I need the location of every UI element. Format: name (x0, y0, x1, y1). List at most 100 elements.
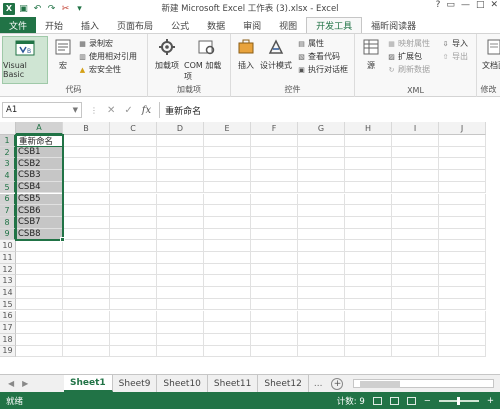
zoom-slider[interactable] (438, 396, 479, 405)
cell-h2[interactable] (345, 146, 392, 159)
cell-f12[interactable] (251, 263, 298, 276)
sheet-next-icon[interactable]: ▶ (22, 379, 28, 388)
close-icon[interactable]: ✕ (490, 0, 498, 10)
cell-h17[interactable] (345, 322, 392, 334)
tab-insert[interactable]: 插入 (72, 17, 108, 33)
cell-c18[interactable] (110, 333, 157, 346)
cell-c11[interactable] (110, 252, 157, 264)
sheet-tab[interactable]: Sheet1 (64, 375, 113, 392)
cell-b4[interactable] (63, 170, 110, 182)
row-header[interactable]: 12 (0, 263, 16, 276)
cell-g6[interactable] (298, 193, 345, 206)
cell-d7[interactable] (157, 205, 204, 217)
cell-j18[interactable] (439, 333, 486, 346)
cell-i16[interactable] (392, 310, 439, 323)
record-macro-button[interactable]: ▦ 录制宏 (78, 38, 113, 49)
row-header[interactable]: 13 (0, 275, 16, 288)
cell-c16[interactable] (110, 310, 157, 323)
cell-d14[interactable] (157, 287, 204, 299)
cell-g3[interactable] (298, 158, 345, 171)
cell-i4[interactable] (392, 170, 439, 182)
page-layout-view-icon[interactable] (389, 396, 399, 405)
cell-g15[interactable] (298, 298, 345, 311)
cell-i10[interactable] (392, 240, 439, 252)
row-header[interactable]: 18 (0, 333, 16, 346)
cell-h18[interactable] (345, 333, 392, 346)
cell-a14[interactable] (16, 287, 63, 299)
formula-input[interactable]: 重新命名 (159, 102, 500, 118)
cell-f19[interactable] (251, 345, 298, 358)
cell-i11[interactable] (392, 252, 439, 264)
cell-a7[interactable]: CSB6 (16, 205, 63, 217)
cell-a16[interactable] (16, 310, 63, 323)
help-icon[interactable]: ? (436, 0, 441, 10)
row-header[interactable]: 6 (0, 193, 16, 206)
cell-a1[interactable]: 重新命名 (16, 135, 63, 147)
fill-handle[interactable] (60, 237, 65, 243)
cell-b14[interactable] (63, 287, 110, 299)
cell-d11[interactable] (157, 252, 204, 264)
cell-j15[interactable] (439, 298, 486, 311)
cell-g10[interactable] (298, 240, 345, 252)
cell-f2[interactable] (251, 146, 298, 159)
zoom-knob[interactable] (456, 396, 460, 405)
cell-h19[interactable] (345, 345, 392, 358)
cell-j7[interactable] (439, 205, 486, 217)
cell-c3[interactable] (110, 158, 157, 171)
cell-e3[interactable] (204, 158, 251, 171)
ribbon-display-icon[interactable]: ▭ (446, 0, 455, 10)
cell-g14[interactable] (298, 287, 345, 299)
cell-d1[interactable] (157, 135, 204, 147)
add-sheet-icon[interactable]: + (331, 377, 344, 390)
row-header[interactable]: 7 (0, 205, 16, 217)
row-header[interactable]: 5 (0, 181, 16, 194)
row-header[interactable]: 15 (0, 298, 16, 311)
cell-i14[interactable] (392, 287, 439, 299)
page-break-view-icon[interactable] (406, 396, 416, 405)
cell-g8[interactable] (298, 216, 345, 229)
cell-i3[interactable] (392, 158, 439, 171)
cell-a8[interactable]: CSB7 (16, 216, 63, 229)
cell-j13[interactable] (439, 275, 486, 288)
cell-a6[interactable]: CSB5 (16, 193, 63, 206)
column-header-e[interactable]: E (204, 122, 251, 135)
row-header[interactable]: 4 (0, 170, 16, 182)
properties-button[interactable]: ▤ 属性 (297, 38, 324, 49)
column-header-h[interactable]: H (345, 122, 392, 135)
cell-d18[interactable] (157, 333, 204, 346)
cell-c17[interactable] (110, 322, 157, 334)
chevron-down-icon[interactable]: ▼ (73, 106, 78, 114)
cell-c2[interactable] (110, 146, 157, 159)
cell-b13[interactable] (63, 275, 110, 288)
cell-e8[interactable] (204, 216, 251, 229)
cell-b10[interactable] (63, 240, 110, 252)
cell-g4[interactable] (298, 170, 345, 182)
sheet-prev-icon[interactable]: ◀ (8, 379, 14, 388)
undo-icon[interactable]: ↶ (32, 3, 43, 14)
macros-button[interactable]: 宏 (52, 36, 74, 71)
cell-e17[interactable] (204, 322, 251, 334)
cell-g19[interactable] (298, 345, 345, 358)
redo-icon[interactable]: ↷ (46, 3, 57, 14)
cell-h10[interactable] (345, 240, 392, 252)
cell-e11[interactable] (204, 252, 251, 264)
cell-j6[interactable] (439, 193, 486, 206)
cell-c6[interactable] (110, 193, 157, 206)
design-mode-button[interactable]: 设计模式 (259, 36, 293, 71)
cell-h5[interactable] (345, 181, 392, 194)
cell-j19[interactable] (439, 345, 486, 358)
cell-b16[interactable] (63, 310, 110, 323)
run-dialog-button[interactable]: ▣ 执行对话框 (297, 64, 348, 75)
cancel-icon[interactable]: ✕ (107, 105, 115, 116)
cell-d12[interactable] (157, 263, 204, 276)
column-header-j[interactable]: J (439, 122, 486, 135)
save-icon[interactable]: ▣ (18, 3, 29, 14)
cell-e5[interactable] (204, 181, 251, 194)
cell-j9[interactable] (439, 228, 486, 241)
cell-h4[interactable] (345, 170, 392, 182)
maximize-icon[interactable]: □ (476, 0, 485, 10)
addins-button[interactable]: 加载项 (152, 36, 182, 71)
sheet-tab[interactable]: Sheet10 (157, 375, 208, 392)
cell-i15[interactable] (392, 298, 439, 311)
cell-b18[interactable] (63, 333, 110, 346)
